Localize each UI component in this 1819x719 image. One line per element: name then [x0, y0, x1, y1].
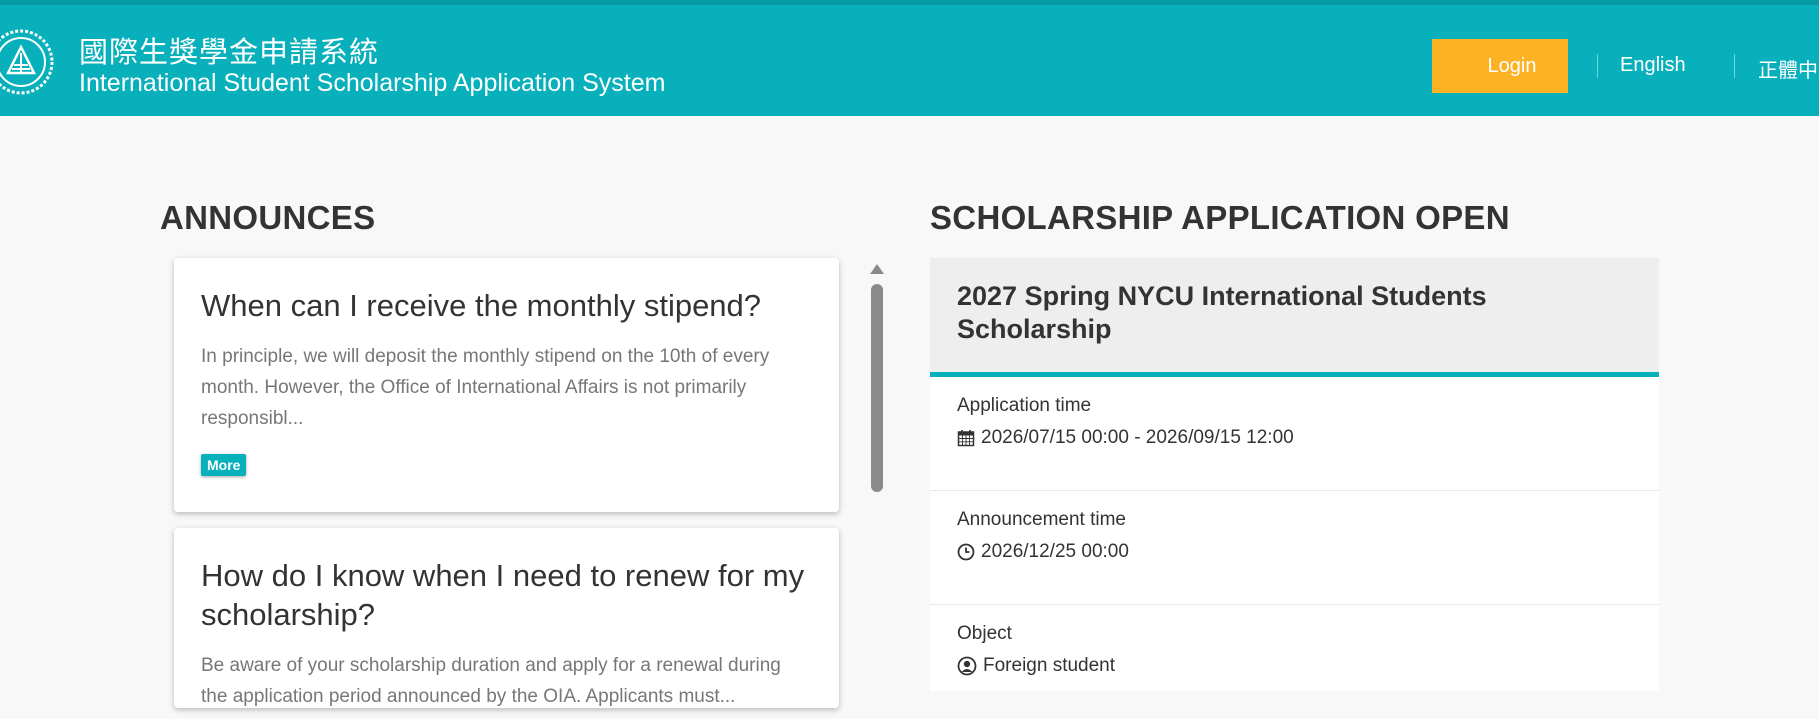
system-title-chinese: 國際生獎學金申請系統	[79, 35, 380, 69]
login-button[interactable]: Login	[1432, 39, 1568, 93]
calendar-icon	[957, 430, 975, 447]
scholarship-panel: 2027 Spring NYCU International Students …	[930, 258, 1659, 691]
more-button[interactable]: More	[201, 454, 247, 476]
clock-icon	[957, 543, 975, 561]
scholarship-name[interactable]: 2027 Spring NYCU International Students …	[957, 280, 1632, 346]
nav-divider	[1734, 54, 1735, 78]
announcement-time-label: Announcement time	[957, 509, 1126, 530]
nav-divider	[1597, 54, 1598, 78]
announcement-excerpt: Be aware of your scholarship duration an…	[201, 655, 781, 707]
announcement-time-row: Announcement time 2026/12/25 00:00	[930, 491, 1659, 605]
announcement-card: When can I receive the monthly stipend? …	[174, 258, 839, 512]
user-circle-icon	[957, 656, 977, 676]
announcement-card: How do I know when I need to renew for m…	[174, 528, 839, 708]
object-value: Foreign student	[983, 655, 1116, 676]
language-chinese-link[interactable]: 正體中文	[1758, 54, 1819, 83]
announcement-time-value-wrap: 2026/12/25 00:00	[957, 541, 1632, 563]
announcement-time-value: 2026/12/25 00:00	[981, 541, 1129, 562]
object-row: Object Foreign student	[930, 605, 1659, 719]
scholarship-heading: SCHOLARSHIP APPLICATION OPEN	[930, 199, 1510, 236]
scroll-up-arrow-icon[interactable]	[870, 264, 884, 274]
application-time-label: Application time	[957, 395, 1092, 416]
application-time-row: Application time 2026/07/15 00:00 - 2026…	[930, 377, 1659, 491]
object-label: Object	[957, 623, 1012, 644]
announcement-title[interactable]: How do I know when I need to renew for m…	[201, 556, 812, 634]
application-time-value: 2026/07/15 00:00 - 2026/09/15 12:00	[981, 427, 1294, 448]
announcement-title[interactable]: When can I receive the monthly stipend?	[201, 286, 812, 325]
top-navigation-bar: 國際生獎學金申請系統 International Student Scholar…	[0, 0, 1819, 116]
announcement-excerpt: In principle, we will deposit the monthl…	[201, 346, 770, 429]
scrollbar-thumb[interactable]	[871, 284, 883, 492]
scholarship-header: 2027 Spring NYCU International Students …	[930, 258, 1659, 377]
announces-heading: ANNOUNCES	[160, 199, 376, 236]
system-title-english: International Student Scholarship Applic…	[79, 69, 666, 97]
object-value-wrap: Foreign student	[957, 655, 1632, 677]
university-seal-icon[interactable]	[0, 27, 56, 97]
application-time-value-wrap: 2026/07/15 00:00 - 2026/09/15 12:00	[957, 427, 1632, 449]
language-english-link[interactable]: English	[1620, 54, 1686, 77]
